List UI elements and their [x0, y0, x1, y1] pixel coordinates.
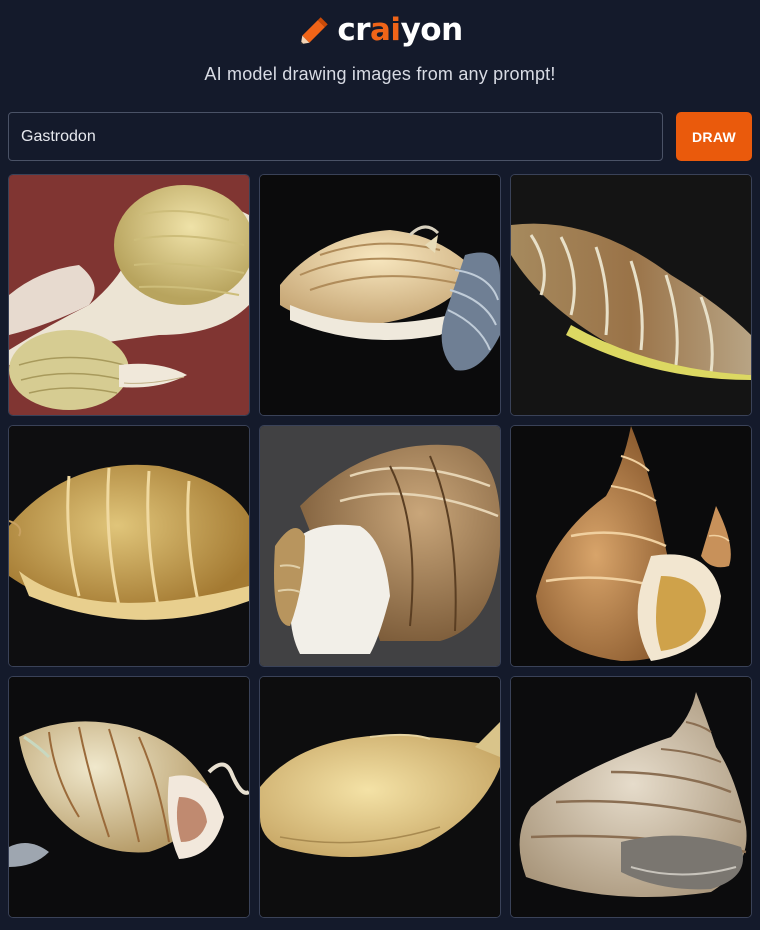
result-image-6[interactable]: [510, 425, 752, 667]
logo-part-1: cr: [337, 11, 371, 48]
logo-part-2: yon: [400, 11, 464, 48]
draw-button[interactable]: DRAW: [676, 112, 752, 161]
result-image-5-art: [260, 426, 500, 666]
prompt-input[interactable]: [8, 112, 663, 161]
result-image-1-art: [9, 175, 249, 415]
result-image-8[interactable]: [259, 676, 501, 918]
pencil-icon: [301, 17, 329, 45]
logo-text[interactable]: craiyon: [337, 11, 464, 48]
result-image-3-art: [511, 175, 751, 415]
header: craiyon: [0, 10, 760, 50]
result-image-9-art: [511, 677, 751, 917]
result-image-2[interactable]: [259, 174, 501, 416]
results-grid: [8, 174, 752, 918]
result-image-4-art: [9, 426, 249, 666]
result-image-5[interactable]: [259, 425, 501, 667]
result-image-4[interactable]: [8, 425, 250, 667]
result-image-9[interactable]: [510, 676, 752, 918]
logo-accent: ai: [370, 11, 401, 48]
result-image-6-art: [511, 426, 751, 666]
result-image-7[interactable]: [8, 676, 250, 918]
result-image-3[interactable]: [510, 174, 752, 416]
result-image-8-art: [260, 677, 500, 917]
result-image-1[interactable]: [8, 174, 250, 416]
result-image-2-art: [260, 175, 500, 415]
result-image-7-art: [9, 677, 249, 917]
tagline: AI model drawing images from any prompt!: [204, 64, 556, 84]
